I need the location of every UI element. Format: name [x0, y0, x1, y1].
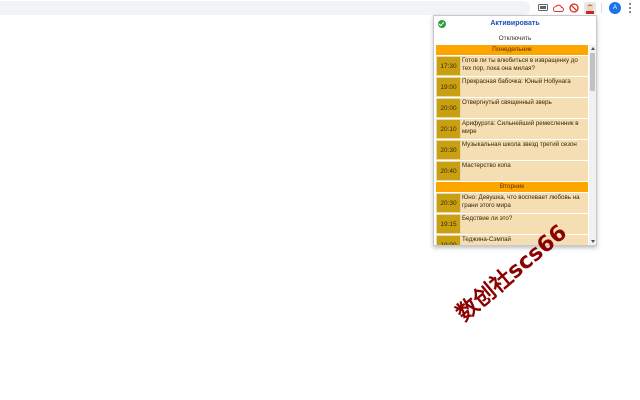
- browser-toolbar: A: [0, 0, 640, 16]
- show-time: 20:10: [436, 119, 461, 139]
- toolbar-separator: [601, 3, 602, 13]
- show-title: Юно: Девушка, что воспевает любовь на гр…: [462, 194, 580, 210]
- day-header: Понедельник: [436, 45, 588, 55]
- show-row[interactable]: 20:40 Мастерство копа: [436, 161, 588, 182]
- scroll-up-arrow-icon[interactable]: [589, 45, 596, 52]
- scrollbar[interactable]: [589, 45, 596, 245]
- show-time: 19:00: [436, 77, 461, 97]
- show-title: Готов ли ты влюбиться в извращенку до те…: [462, 57, 578, 73]
- day-header: Вторник: [436, 182, 588, 192]
- show-time: 20:30: [436, 140, 461, 160]
- show-title: Музыкальная школа звезд третий сезон: [462, 141, 577, 148]
- activate-link[interactable]: Активировать: [434, 20, 596, 27]
- show-time: 20:00: [436, 98, 461, 118]
- profile-avatar[interactable]: A: [609, 2, 621, 14]
- scroll-thumb[interactable]: [590, 53, 595, 91]
- show-time: 19:15: [436, 214, 461, 234]
- show-row[interactable]: 17:30 Готов ли ты влюбиться в извращенку …: [436, 56, 588, 77]
- show-title: Мастерство копа: [462, 162, 511, 169]
- show-title: Отвергнутый священный зверь: [462, 99, 552, 106]
- show-row[interactable]: 19:00 Прекрасная бабочка: Юный Нобунага: [436, 77, 588, 98]
- popup-header: Активировать: [434, 16, 596, 32]
- show-time: 19:00: [436, 235, 461, 245]
- cloud-icon[interactable]: [552, 2, 564, 14]
- show-row[interactable]: 20:00 Отвергнутый священный зверь: [436, 98, 588, 119]
- extension-popup: Активировать Отключить Понедельник 17:30 Г…: [433, 15, 597, 246]
- block-icon[interactable]: [568, 2, 580, 14]
- show-row[interactable]: 20:10 Арифурэта: Сильнейший ремесленник в…: [436, 119, 588, 140]
- show-time: 20:40: [436, 161, 461, 181]
- disable-link[interactable]: Отключить: [434, 32, 596, 45]
- show-time: 17:30: [436, 56, 461, 76]
- browser-menu-icon[interactable]: [628, 3, 632, 13]
- show-title: Прекрасная бабочка: Юный Нобунага: [462, 78, 571, 85]
- scroll-down-arrow-icon[interactable]: [589, 238, 596, 245]
- anime-avatar-icon[interactable]: [584, 2, 596, 14]
- show-title: Арифурэта: Сильнейший ремесленник в мире: [462, 120, 579, 136]
- cast-icon[interactable]: [537, 2, 549, 14]
- show-row[interactable]: 20:30 Музыкальная школа звезд третий сезо…: [436, 140, 588, 161]
- show-time: 20:30: [436, 193, 461, 213]
- address-bar[interactable]: [0, 1, 530, 15]
